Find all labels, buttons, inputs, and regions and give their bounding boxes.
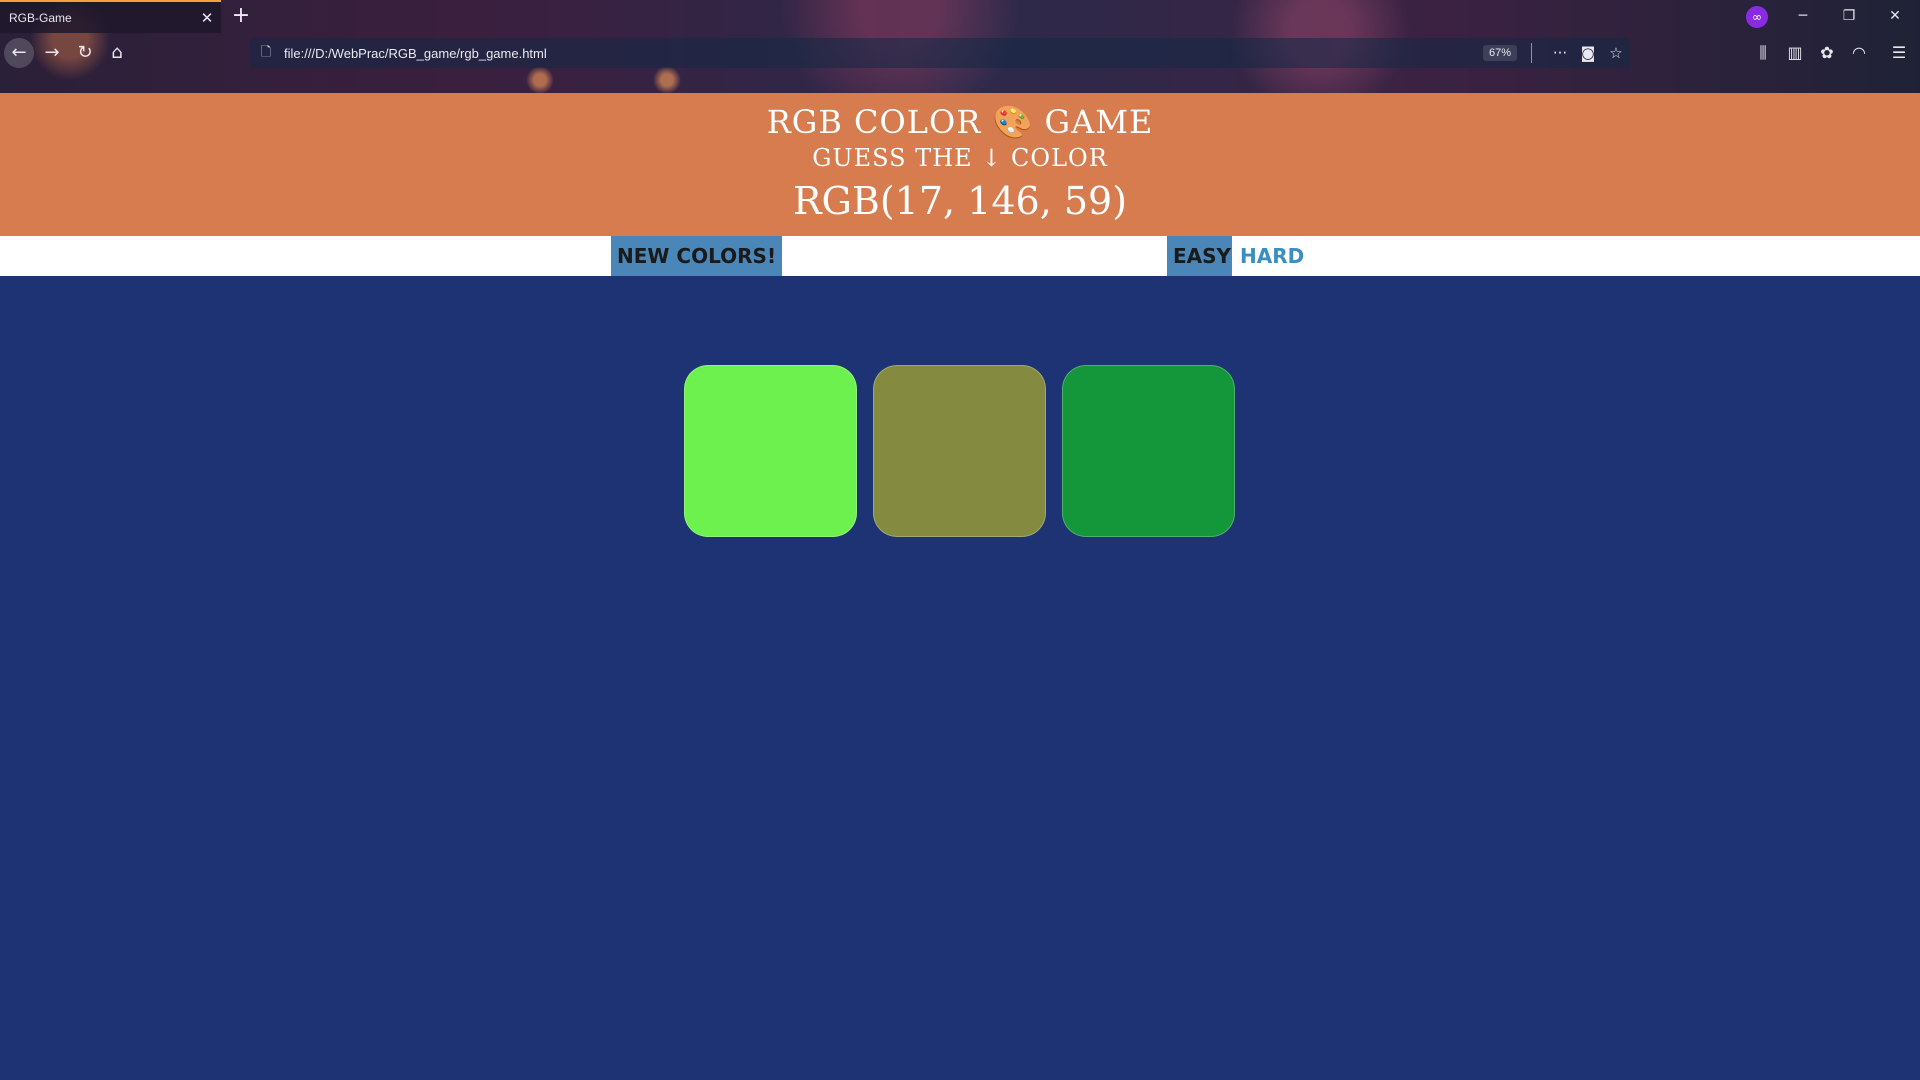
- tab-title: RGB-Game: [9, 10, 72, 25]
- library-icon[interactable]: ⫼: [1748, 38, 1778, 68]
- zoom-level[interactable]: 67%: [1482, 45, 1517, 61]
- color-square-2[interactable]: [873, 365, 1046, 537]
- reload-icon[interactable]: ↻: [70, 38, 100, 68]
- easy-mode-button[interactable]: EASY: [1167, 236, 1238, 276]
- hamburger-menu-icon[interactable]: ☰: [1884, 38, 1914, 68]
- browser-tab[interactable]: RGB-Game ✕: [0, 0, 221, 33]
- hard-mode-button[interactable]: HARD: [1232, 236, 1313, 276]
- browser-chrome: RGB-Game ✕ + ∞ ─ ❐ ✕ ← → ↻ ⌂ 🗋 file:///D…: [0, 0, 1920, 93]
- minimize-icon[interactable]: ─: [1780, 3, 1826, 29]
- home-icon[interactable]: ⌂: [102, 38, 132, 68]
- color-square-3[interactable]: [1062, 365, 1235, 537]
- restore-icon[interactable]: ❐: [1826, 3, 1872, 29]
- private-browsing-icon: ∞: [1746, 6, 1768, 28]
- game-title: RGB COLOR 🎨 GAME: [766, 103, 1154, 141]
- game-header: RGB COLOR 🎨 GAME GUESS THE ↓ COLOR RGB(1…: [0, 93, 1920, 236]
- forward-arrow-icon[interactable]: →: [37, 38, 67, 68]
- pocket-icon[interactable]: ◙: [1574, 44, 1602, 62]
- new-tab-icon[interactable]: +: [228, 3, 254, 29]
- color-square-1[interactable]: [684, 365, 857, 537]
- url-bar[interactable]: 🗋 file:///D:/WebPrac/RGB_game/rgb_game.h…: [250, 38, 1630, 68]
- color-squares: [684, 365, 1236, 537]
- back-arrow-icon[interactable]: ←: [4, 38, 34, 68]
- controls-stripe: NEW COLORS! EASY HARD: [0, 236, 1920, 276]
- page-content: RGB COLOR 🎨 GAME GUESS THE ↓ COLOR RGB(1…: [0, 93, 1920, 1080]
- game-subtitle: GUESS THE ↓ COLOR: [812, 144, 1108, 172]
- sidebar-icon[interactable]: ▥: [1780, 38, 1810, 68]
- more-icon[interactable]: ···: [1546, 44, 1574, 62]
- account-icon[interactable]: ◠: [1844, 38, 1874, 68]
- extension-icon[interactable]: ✿: [1812, 38, 1842, 68]
- star-icon[interactable]: ☆: [1602, 44, 1630, 62]
- tab-close-icon[interactable]: ✕: [193, 9, 221, 27]
- page-icon: 🗋: [260, 45, 272, 60]
- url-separator: [1531, 43, 1532, 63]
- target-rgb: RGB(17, 146, 59): [792, 179, 1128, 223]
- new-colors-button[interactable]: NEW COLORS!: [611, 236, 783, 276]
- window-close-icon[interactable]: ✕: [1872, 3, 1918, 29]
- url-text[interactable]: file:///D:/WebPrac/RGB_game/rgb_game.htm…: [284, 46, 1483, 61]
